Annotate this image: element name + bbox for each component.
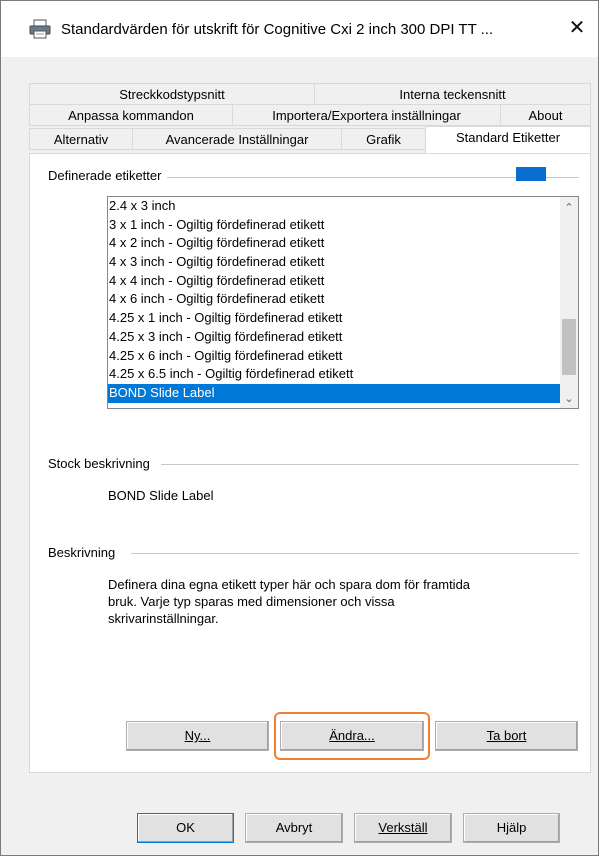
tab-standard-etiketter[interactable]: Standard Etiketter	[425, 126, 591, 153]
list-item[interactable]: 4.25 x 3 inch - Ogiltig fördefinerad eti…	[108, 328, 578, 347]
tab-importera-exportera[interactable]: Importera/Exportera inställningar	[232, 104, 501, 126]
defined-labels-listbox[interactable]: 2.4 x 3 inch 3 x 1 inch - Ogiltig fördefi…	[107, 196, 579, 409]
delete-label-button[interactable]: Ta bort	[435, 721, 578, 751]
listbox-scrollbar[interactable]: ⌃ ⌄	[560, 197, 578, 408]
stock-description-group-label: Stock beskrivning	[48, 456, 156, 471]
printer-defaults-dialog: Standardvärden för utskrift för Cognitiv…	[0, 0, 599, 856]
list-item[interactable]: 4 x 2 inch - Ogiltig fördefinerad etiket…	[108, 234, 578, 253]
help-button[interactable]: Hjälp	[463, 813, 560, 843]
chevron-up-icon[interactable]: ⌃	[560, 199, 578, 217]
tab-streckkodstypsnitt[interactable]: Streckkodstypsnitt	[29, 83, 315, 105]
scrollbar-thumb[interactable]	[562, 319, 576, 375]
list-item[interactable]: 4.25 x 6 inch - Ogiltig fördefinerad eti…	[108, 347, 578, 366]
description-line: Definera dina egna etikett typer här och…	[108, 577, 471, 592]
list-item[interactable]: 4 x 4 inch - Ogiltig fördefinerad etiket…	[108, 272, 578, 291]
stock-description-value: BOND Slide Label	[108, 488, 214, 503]
printer-icon	[29, 19, 51, 39]
edit-button-highlight	[274, 712, 430, 760]
defined-labels-group-label: Definerade etiketter	[48, 168, 168, 183]
tab-alternativ[interactable]: Alternativ	[29, 128, 133, 150]
window-title: Standardvärden för utskrift för Cognitiv…	[61, 21, 494, 38]
list-item[interactable]: 4 x 3 inch - Ogiltig fördefinerad etiket…	[108, 253, 578, 272]
new-label-button[interactable]: Ny...	[126, 721, 269, 751]
list-item[interactable]: 4.25 x 1 inch - Ogiltig fördefinerad eti…	[108, 309, 578, 328]
description-text: Definera dina egna etikett typer här och…	[108, 576, 578, 627]
list-item[interactable]: 4 x 6 inch - Ogiltig fördefinerad etiket…	[108, 290, 578, 309]
tab-about[interactable]: About	[500, 104, 591, 126]
description-line: skrivarinställningar.	[108, 611, 219, 626]
apply-button[interactable]: Verkställ	[354, 813, 452, 843]
close-icon[interactable]: ✕	[561, 13, 593, 43]
title-bar: Standardvärden för utskrift för Cognitiv…	[1, 1, 598, 57]
tab-avancerade-installningar[interactable]: Avancerade Inställningar	[132, 128, 342, 150]
list-item[interactable]: 2.4 x 3 inch	[108, 197, 578, 216]
cancel-button[interactable]: Avbryt	[245, 813, 343, 843]
list-item[interactable]: 3 x 1 inch - Ogiltig fördefinerad etiket…	[108, 216, 578, 235]
accent-marker	[516, 167, 546, 181]
tab-interna-teckensnitt[interactable]: Interna teckensnitt	[314, 83, 591, 105]
group-divider	[131, 553, 579, 554]
ok-button[interactable]: OK	[137, 813, 234, 843]
tab-anpassa-kommandon[interactable]: Anpassa kommandon	[29, 104, 233, 126]
delete-label-button-label: Ta bort	[486, 728, 527, 743]
group-divider	[161, 464, 579, 465]
description-group-label: Beskrivning	[48, 545, 122, 560]
list-item[interactable]: 4.25 x 6.5 inch - Ogiltig fördefinerad e…	[108, 365, 578, 384]
apply-button-label: Verkställ	[378, 820, 428, 835]
list-item[interactable]: BOND Slide Label	[108, 383, 578, 403]
new-label-button-label: Ny...	[184, 728, 211, 743]
chevron-down-icon[interactable]: ⌄	[560, 390, 578, 408]
defined-labels-list: 2.4 x 3 inch 3 x 1 inch - Ogiltig fördefi…	[108, 197, 578, 403]
description-line: bruk. Varje typ sparas med dimensioner o…	[108, 594, 395, 609]
tab-grafik[interactable]: Grafik	[341, 128, 426, 150]
